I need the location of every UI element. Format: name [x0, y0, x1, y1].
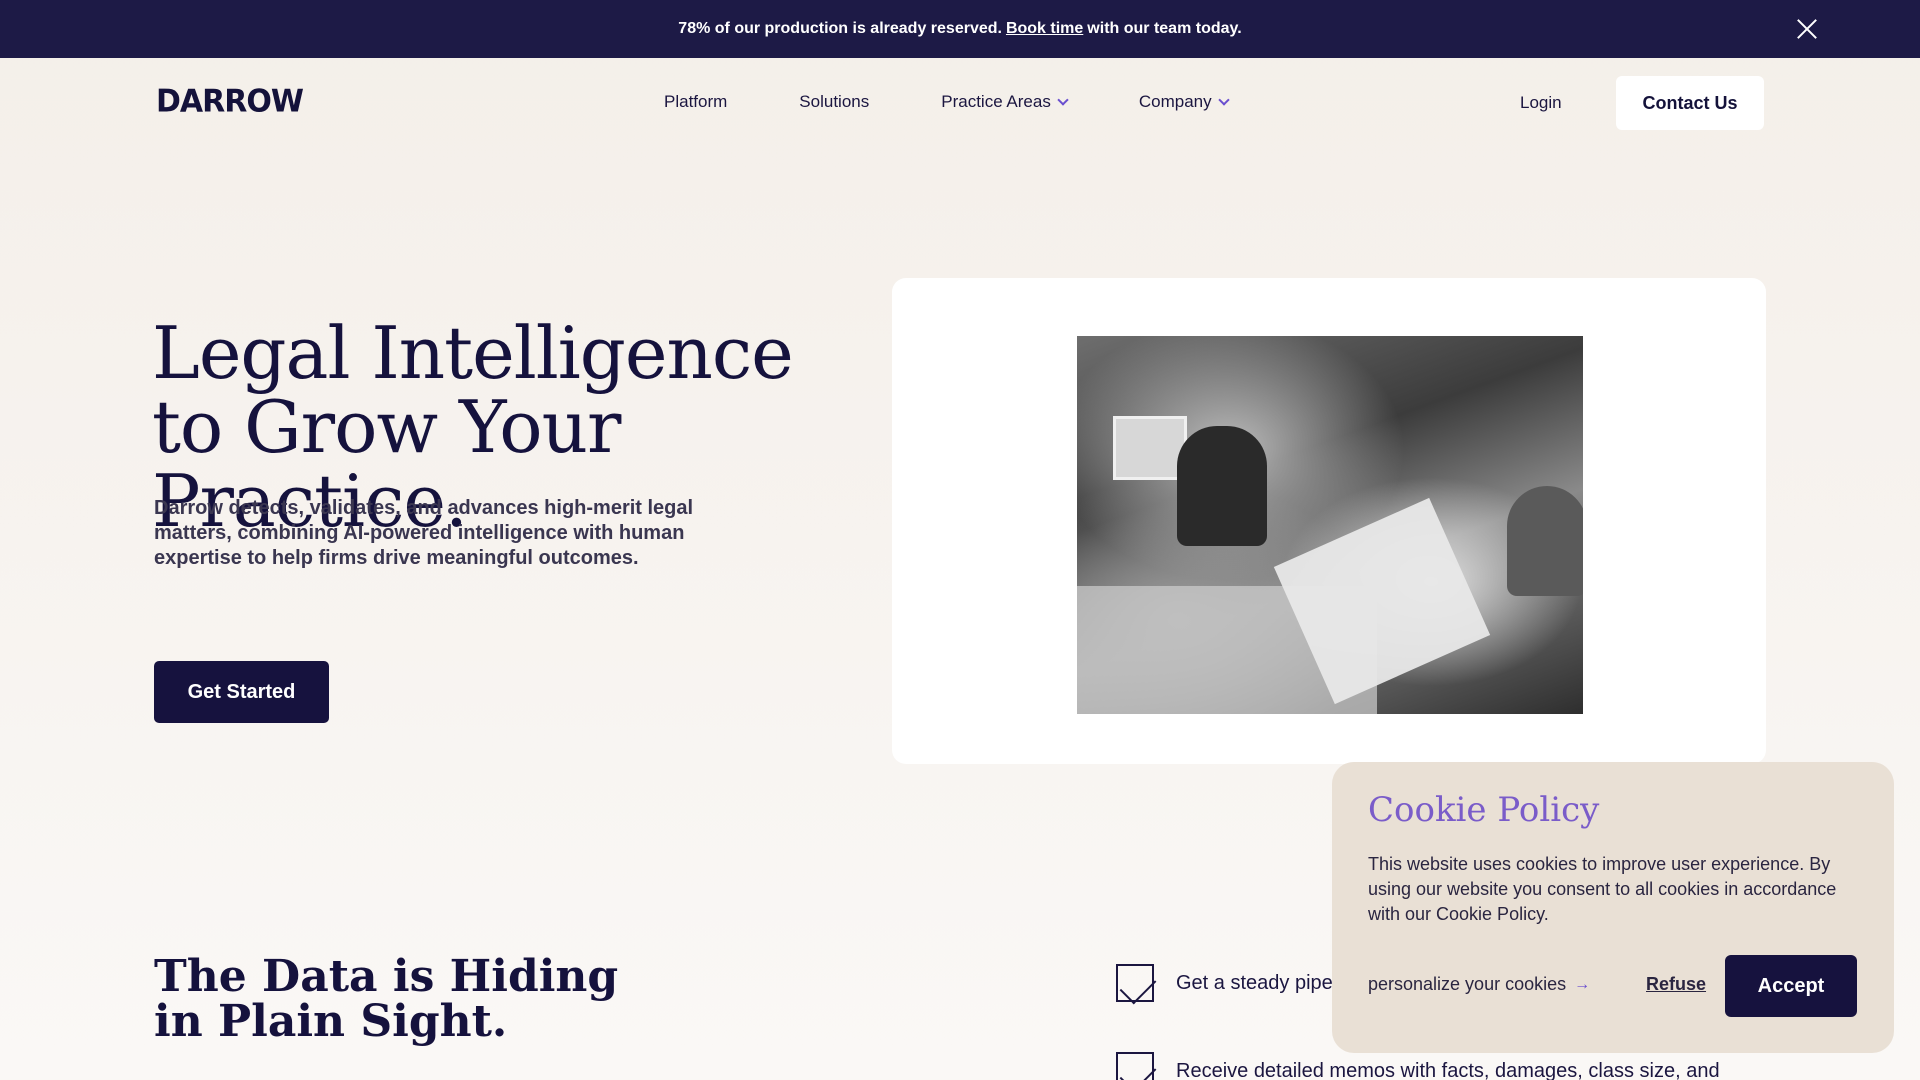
- nav-solutions[interactable]: Solutions: [799, 92, 869, 112]
- feature-item: Receive detailed memos with facts, damag…: [1116, 1052, 1720, 1080]
- nav-company-label: Company: [1138, 92, 1212, 111]
- refuse-button[interactable]: Refuse: [1646, 974, 1706, 995]
- chevron-down-icon: [1217, 94, 1230, 106]
- cookie-text: This website uses cookies to improve use…: [1368, 854, 1837, 924]
- nav-practice-areas-label: Practice Areas: [941, 92, 1051, 111]
- login-link[interactable]: Login: [1520, 93, 1562, 113]
- newsroom-photo: [1077, 336, 1583, 714]
- logo[interactable]: DARROW: [156, 83, 304, 120]
- nav-platform[interactable]: Platform: [664, 92, 727, 112]
- hero-image-card: [892, 278, 1766, 764]
- nav-practice-areas[interactable]: Practice Areas: [941, 92, 1069, 112]
- book-time-link[interactable]: Book time: [1006, 20, 1083, 38]
- checkbox-icon: [1116, 1052, 1154, 1080]
- announcement-text: 78% of our production is already reserve…: [678, 20, 1002, 37]
- personalize-label: personalize your cookies: [1368, 974, 1567, 994]
- nav-company[interactable]: Company: [1138, 92, 1230, 112]
- nav-links: Platform Solutions Practice Areas Compan…: [664, 92, 1230, 112]
- arrow-right-icon: →: [1574, 975, 1591, 993]
- data-section-title: The Data is Hiding in Plain Sight.: [154, 951, 619, 1047]
- hero-description: Darrow detects, validates, and advances …: [154, 497, 694, 569]
- cookie-title: Cookie Policy: [1368, 790, 1600, 830]
- photo-person: [1507, 486, 1583, 596]
- main-nav: DARROW Platform Solutions Practice Areas…: [0, 58, 1920, 148]
- close-icon[interactable]: [1794, 16, 1820, 42]
- contact-us-button[interactable]: Contact Us: [1616, 76, 1764, 130]
- personalize-cookies-link[interactable]: personalize your cookies →: [1368, 974, 1590, 995]
- feature-item: Get a steady pipe: [1116, 964, 1333, 1002]
- chevron-down-icon: [1057, 94, 1069, 106]
- photo-monitor: [1113, 416, 1187, 480]
- get-started-button[interactable]: Get Started: [154, 661, 329, 723]
- feature-text: Receive detailed memos with facts, damag…: [1176, 1060, 1720, 1080]
- photo-person: [1177, 426, 1267, 546]
- feature-text: Get a steady pipe: [1176, 972, 1333, 994]
- announcement-text-after: with our team today.: [1087, 20, 1242, 37]
- announcement-bar: 78% of our production is already reserve…: [0, 0, 1920, 58]
- cookie-panel: Cookie Policy This website uses cookies …: [1332, 762, 1894, 1053]
- accept-button[interactable]: Accept: [1725, 955, 1857, 1017]
- checkbox-icon: [1116, 964, 1154, 1002]
